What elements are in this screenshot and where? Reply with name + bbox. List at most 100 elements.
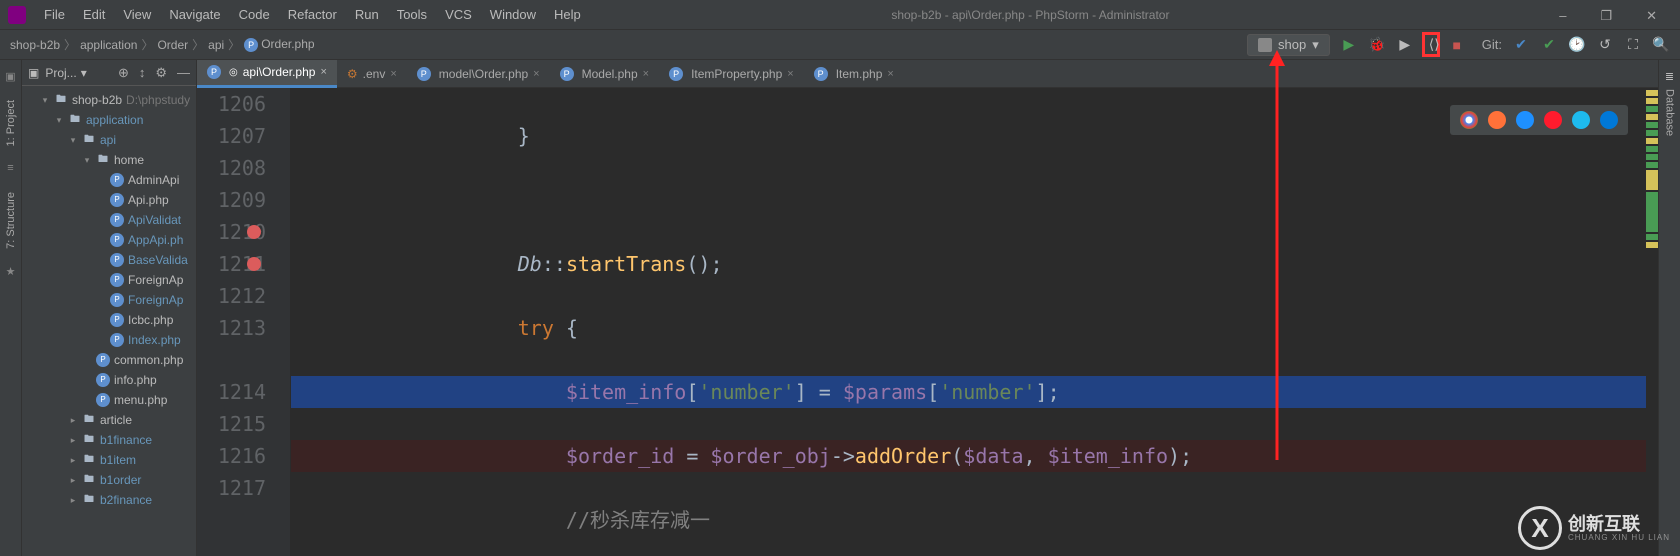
collapse-icon[interactable]: ↕ (139, 65, 146, 81)
line-number[interactable]: 1215 (197, 408, 266, 440)
vcs-update-icon[interactable]: ✔ (1512, 36, 1530, 53)
close-icon[interactable]: × (533, 68, 539, 80)
breakpoint-icon[interactable] (247, 257, 261, 271)
run-config-select[interactable]: shop ▾ (1247, 34, 1330, 56)
project-vertical-tab[interactable]: 1: Project (3, 96, 19, 150)
debug-listen-icon[interactable]: ⟨⟩ (1422, 32, 1440, 57)
menu-run[interactable]: Run (347, 3, 387, 26)
coverage-icon[interactable]: ▶ (1396, 36, 1414, 53)
editor-code[interactable]: } Db::startTrans(); try { $item_info['nu… (291, 88, 1646, 556)
vcs-commit-icon[interactable]: ✔ (1540, 36, 1558, 53)
line-number[interactable]: 1212 (197, 280, 266, 312)
tree-row[interactable]: PAdminApi (22, 170, 196, 190)
line-number[interactable]: 1207 (197, 120, 266, 152)
tree-row[interactable]: Pinfo.php (22, 370, 196, 390)
tree-arrow-icon[interactable]: ▾ (40, 95, 50, 106)
tree-row[interactable]: PForeignAp (22, 290, 196, 310)
ie-icon[interactable] (1572, 111, 1590, 129)
tree-row[interactable]: PIcbc.php (22, 310, 196, 330)
vcs-revert-icon[interactable]: ↺ (1596, 36, 1614, 53)
tree-row[interactable]: PForeignAp (22, 270, 196, 290)
tree-arrow-icon[interactable]: ▾ (82, 155, 92, 166)
tree-row[interactable]: ▾🖿home (22, 150, 196, 170)
menu-navigate[interactable]: Navigate (161, 3, 228, 26)
search-icon[interactable]: 🔍 (1652, 36, 1670, 53)
tree-row[interactable]: PApi.php (22, 190, 196, 210)
favorites-tab-icon[interactable]: ★ (4, 265, 18, 279)
safari-icon[interactable] (1516, 111, 1534, 129)
editor-tab[interactable]: P◎api\Order.php× (197, 60, 337, 88)
window-maximize[interactable]: ❐ (1592, 6, 1620, 26)
crumb-2[interactable]: Order (157, 38, 188, 52)
structure-vertical-tab[interactable]: 7: Structure (3, 188, 19, 253)
window-close[interactable]: ✕ (1638, 6, 1665, 26)
tree-row[interactable]: Pmenu.php (22, 390, 196, 410)
vcs-history-icon[interactable]: 🕑 (1568, 36, 1586, 53)
editor-tab[interactable]: PItemProperty.php× (659, 60, 804, 88)
close-icon[interactable]: × (887, 68, 893, 80)
tree-arrow-icon[interactable]: ▸ (68, 475, 78, 486)
gear-icon[interactable]: ⚙ (155, 65, 167, 81)
edge-icon[interactable] (1600, 111, 1618, 129)
structure-tab-icon[interactable]: ≡ (4, 162, 18, 176)
menu-edit[interactable]: Edit (75, 3, 113, 26)
run-icon[interactable]: ▶ (1340, 36, 1358, 53)
tree-arrow-icon[interactable]: ▸ (68, 435, 78, 446)
line-number[interactable]: 1214 (197, 376, 266, 408)
editor-tab[interactable]: Pmodel\Order.php× (407, 60, 550, 88)
line-number[interactable]: 1210 (197, 216, 266, 248)
editor-tab[interactable]: PItem.php× (804, 60, 904, 88)
menu-file[interactable]: File (36, 3, 73, 26)
tree-row[interactable]: ▸🖿b1finance (22, 430, 196, 450)
tree-row[interactable]: ▸🖿article (22, 410, 196, 430)
tree-arrow-icon[interactable]: ▸ (68, 415, 78, 426)
close-icon[interactable]: × (320, 66, 326, 78)
editor-tab[interactable]: ⚙.env× (337, 60, 407, 88)
close-icon[interactable]: × (390, 68, 396, 80)
crumb-3[interactable]: api (208, 38, 224, 52)
menu-view[interactable]: View (115, 3, 159, 26)
tree-row[interactable]: ▸🖿b1item (22, 450, 196, 470)
tree-arrow-icon[interactable]: ▾ (68, 135, 78, 146)
line-number[interactable]: 1206 (197, 88, 266, 120)
tree-row[interactable]: Pcommon.php (22, 350, 196, 370)
stop-icon[interactable]: ■ (1448, 37, 1466, 53)
hide-icon[interactable]: — (177, 65, 190, 81)
project-tab-icon[interactable]: ▣ (4, 70, 18, 84)
menu-refactor[interactable]: Refactor (280, 3, 345, 26)
tree-row[interactable]: PAppApi.ph (22, 230, 196, 250)
opera-icon[interactable] (1544, 111, 1562, 129)
line-number[interactable]: 1208 (197, 152, 266, 184)
line-number[interactable]: 1217 (197, 472, 266, 504)
tree-row[interactable]: PApiValidat (22, 210, 196, 230)
line-number[interactable]: 1209 (197, 184, 266, 216)
tree-row[interactable]: ▾🖿application (22, 110, 196, 130)
breakpoint-icon[interactable] (247, 225, 261, 239)
close-icon[interactable]: × (787, 68, 793, 80)
line-number[interactable] (197, 344, 266, 376)
firefox-icon[interactable] (1488, 111, 1506, 129)
chrome-icon[interactable] (1460, 111, 1478, 129)
error-stripe[interactable] (1646, 88, 1658, 556)
tree-row[interactable]: PBaseValida (22, 250, 196, 270)
crumb-file[interactable]: POrder.php (244, 37, 314, 52)
close-icon[interactable]: × (643, 68, 649, 80)
tree-row[interactable]: ▸🖿b1order (22, 470, 196, 490)
editor-gutter[interactable]: 12061207120812091210121112121213 12141215… (197, 88, 291, 556)
tree-arrow-icon[interactable]: ▾ (54, 115, 64, 126)
line-number[interactable]: 1213 (197, 312, 266, 344)
menu-code[interactable]: Code (231, 3, 278, 26)
crumb-root[interactable]: shop-b2b (10, 38, 60, 52)
tree-row[interactable]: PIndex.php (22, 330, 196, 350)
crumb-1[interactable]: application (80, 38, 137, 52)
line-number[interactable]: 1216 (197, 440, 266, 472)
locate-icon[interactable]: ⊕ (118, 65, 129, 81)
tree-row[interactable]: ▾🖿api (22, 130, 196, 150)
tree-row[interactable]: ▾🖿shop-b2b D:\phpstudy (22, 90, 196, 110)
tree-arrow-icon[interactable]: ▸ (68, 495, 78, 506)
tree-arrow-icon[interactable]: ▸ (68, 455, 78, 466)
database-tab-icon[interactable]: ≣ (1665, 70, 1674, 83)
database-vertical-tab[interactable]: Database (1662, 85, 1678, 140)
window-minimize[interactable]: – (1551, 6, 1574, 26)
line-number[interactable]: 1211 (197, 248, 266, 280)
